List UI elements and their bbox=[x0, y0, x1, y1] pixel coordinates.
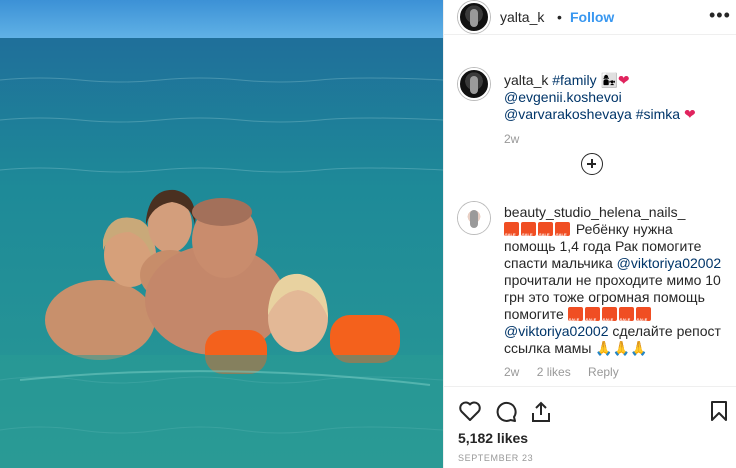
post-header: yalta_k • Follow ••• bbox=[444, 0, 736, 35]
reply-button[interactable]: Reply bbox=[588, 365, 619, 379]
comment-likes[interactable]: 2 likes bbox=[537, 365, 571, 379]
bookmark-icon[interactable] bbox=[709, 400, 729, 422]
sale-badge-icon bbox=[635, 307, 651, 328]
beach-family-photo bbox=[0, 0, 443, 468]
sale-badge-icon bbox=[555, 222, 570, 243]
post-side-panel: yalta_k • Follow ••• yalta_k #family 👩‍👧… bbox=[443, 0, 736, 468]
comment-text: beauty_studio_helena_nails_ Ребёнку нужн… bbox=[504, 204, 726, 357]
post-photo[interactable] bbox=[0, 0, 443, 468]
more-options-icon[interactable]: ••• bbox=[709, 6, 730, 28]
family-emoji: 👩‍👧❤ bbox=[600, 72, 630, 88]
caption-author-avatar[interactable] bbox=[458, 68, 490, 100]
author-avatar[interactable] bbox=[458, 1, 490, 33]
sale-badge-icon bbox=[538, 222, 553, 243]
hashtag-simka[interactable]: #simka bbox=[636, 106, 680, 122]
caption-author[interactable]: yalta_k bbox=[504, 72, 548, 88]
comment-bubble-icon[interactable] bbox=[494, 400, 518, 424]
hashtag-family[interactable]: #family bbox=[552, 72, 596, 88]
heart-outline-icon[interactable] bbox=[458, 400, 482, 422]
commenter-username[interactable]: beauty_studio_helena_nails_ bbox=[504, 204, 685, 220]
caption-meta: 2w bbox=[504, 132, 533, 146]
mention-evgenii[interactable]: @evgenii.koshevoi bbox=[504, 89, 622, 105]
follow-button[interactable]: Follow bbox=[570, 9, 614, 25]
likes-count[interactable]: 5,182 likes bbox=[458, 430, 528, 446]
comment-time[interactable]: 2w bbox=[504, 365, 519, 379]
share-arrow-icon[interactable] bbox=[530, 400, 552, 424]
sale-badge-icon bbox=[618, 307, 634, 328]
comment-mention-1[interactable]: @viktoriya02002 bbox=[617, 255, 722, 271]
heart-emoji: ❤ bbox=[683, 106, 696, 122]
caption-time[interactable]: 2w bbox=[504, 132, 519, 146]
sale-badge-icon bbox=[504, 222, 519, 243]
commenter-avatar[interactable] bbox=[458, 202, 490, 234]
sale-badge-icon bbox=[601, 307, 617, 328]
sale-badge-icon bbox=[521, 222, 536, 243]
post-actions bbox=[444, 386, 736, 432]
author-username[interactable]: yalta_k bbox=[500, 9, 544, 25]
post-date[interactable]: SEPTEMBER 23 bbox=[458, 453, 533, 463]
plus-circle-icon[interactable] bbox=[581, 153, 603, 175]
caption-text: yalta_k #family 👩‍👧❤ @evgenii.koshevoi @… bbox=[504, 72, 726, 123]
separator-dot: • bbox=[557, 9, 562, 25]
comment-meta: 2w 2 likes Reply bbox=[504, 365, 633, 379]
sale-badge-icon bbox=[584, 307, 600, 328]
mention-varvara[interactable]: @varvarakoshevaya bbox=[504, 106, 632, 122]
pray-emoji: 🙏🙏🙏 bbox=[595, 340, 648, 356]
sale-badge-icon bbox=[567, 307, 583, 328]
